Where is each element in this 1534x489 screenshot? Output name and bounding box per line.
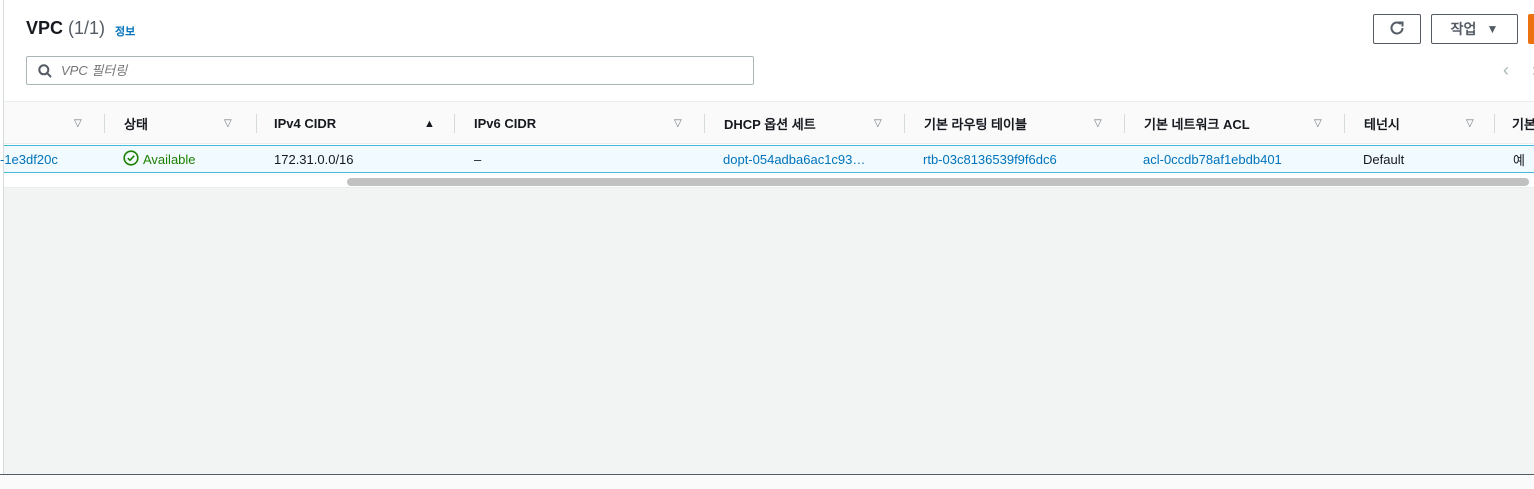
ipv4-cidr-cell: 172.31.0.0/16 bbox=[274, 151, 354, 167]
column-divider bbox=[904, 114, 905, 133]
column-label: 상태 bbox=[124, 117, 148, 132]
column-label: IPv4 CIDR bbox=[274, 116, 337, 131]
sort-icon: ▽ bbox=[1314, 118, 1322, 129]
column-header-main-route-table[interactable]: 기본 라우팅 테이블 ▽ bbox=[924, 102, 1124, 145]
refresh-icon bbox=[1388, 19, 1406, 40]
search-box[interactable] bbox=[26, 56, 754, 85]
column-header-tenancy[interactable]: 테넌시 ▽ bbox=[1364, 102, 1494, 145]
column-label: 기본 네트워크 ACL bbox=[1144, 117, 1250, 132]
horizontal-scrollbar-thumb[interactable] bbox=[347, 178, 1529, 186]
sort-icon: ▽ bbox=[1466, 118, 1474, 129]
sort-icon: ▽ bbox=[674, 118, 682, 129]
page-title: VPC (1/1) bbox=[26, 18, 105, 39]
tenancy-cell: Default bbox=[1363, 151, 1405, 167]
status-text: Available bbox=[143, 151, 196, 167]
search-input[interactable] bbox=[61, 63, 721, 78]
column-header-status[interactable]: 상태 ▽ bbox=[124, 102, 256, 145]
sort-icon: ▽ bbox=[874, 118, 882, 129]
actions-dropdown-button[interactable]: 작업 ▼ bbox=[1431, 14, 1518, 44]
dhcp-options-link[interactable]: dopt-054adba6ac1c93… bbox=[723, 146, 865, 172]
actions-label: 작업 bbox=[1450, 21, 1477, 37]
table-header: ▽ 상태 ▽ IPv4 CIDR ▲ IPv6 CIDR ▽ DHCP 옵션 세… bbox=[4, 101, 1534, 144]
column-divider bbox=[1494, 114, 1495, 133]
default-vpc-cell: 예 bbox=[1513, 152, 1525, 168]
column-label: IPv6 CIDR bbox=[474, 116, 537, 131]
info-link[interactable]: 정보 bbox=[115, 23, 135, 39]
ipv6-cidr-cell: – bbox=[474, 151, 482, 167]
network-acl-link[interactable]: acl-0ccdb78af1ebdb401 bbox=[1143, 146, 1282, 172]
create-vpc-button[interactable] bbox=[1528, 14, 1534, 44]
column-header-ipv4-cidr[interactable]: IPv4 CIDR ▲ bbox=[274, 102, 454, 145]
column-label: 기본 bbox=[1512, 117, 1534, 132]
column-header-vpc-id[interactable]: ▽ bbox=[4, 102, 104, 145]
column-header-default-vpc[interactable]: 기본 bbox=[1512, 102, 1534, 145]
sort-ascending-icon: ▲ bbox=[424, 117, 435, 130]
column-header-dhcp-options[interactable]: DHCP 옵션 세트 ▽ bbox=[724, 102, 904, 145]
split-panel bbox=[0, 475, 1534, 489]
vpc-id-link[interactable]: -1e3df20c bbox=[0, 146, 100, 172]
column-divider bbox=[1124, 114, 1125, 133]
chevron-left-icon[interactable]: ‹ bbox=[1503, 60, 1519, 80]
column-label: DHCP 옵션 세트 bbox=[724, 117, 816, 132]
title-text: VPC bbox=[26, 18, 64, 38]
column-divider bbox=[256, 114, 257, 133]
column-label: 테넌시 bbox=[1364, 117, 1400, 132]
column-header-main-network-acl[interactable]: 기본 네트워크 ACL ▽ bbox=[1144, 102, 1344, 145]
sort-icon: ▽ bbox=[1094, 118, 1102, 129]
sort-icon: ▽ bbox=[74, 118, 82, 129]
column-divider bbox=[454, 114, 455, 133]
status-cell: Available bbox=[123, 146, 196, 172]
caret-down-icon: ▼ bbox=[1486, 22, 1499, 36]
check-circle-icon bbox=[123, 149, 139, 169]
column-divider bbox=[704, 114, 705, 133]
table-row[interactable]: -1e3df20c Available 172.31.0.0/16 – dopt… bbox=[0, 145, 1534, 173]
route-table-link[interactable]: rtb-03c8136539f9f6dc6 bbox=[923, 146, 1057, 172]
column-label: 기본 라우팅 테이블 bbox=[924, 117, 1027, 132]
search-icon bbox=[37, 63, 53, 79]
item-count: (1/1) bbox=[68, 18, 106, 38]
refresh-button[interactable] bbox=[1373, 14, 1421, 44]
column-divider bbox=[104, 114, 105, 133]
sort-icon: ▽ bbox=[224, 118, 232, 129]
column-header-ipv6-cidr[interactable]: IPv6 CIDR ▽ bbox=[474, 102, 704, 145]
column-divider bbox=[1344, 114, 1345, 133]
